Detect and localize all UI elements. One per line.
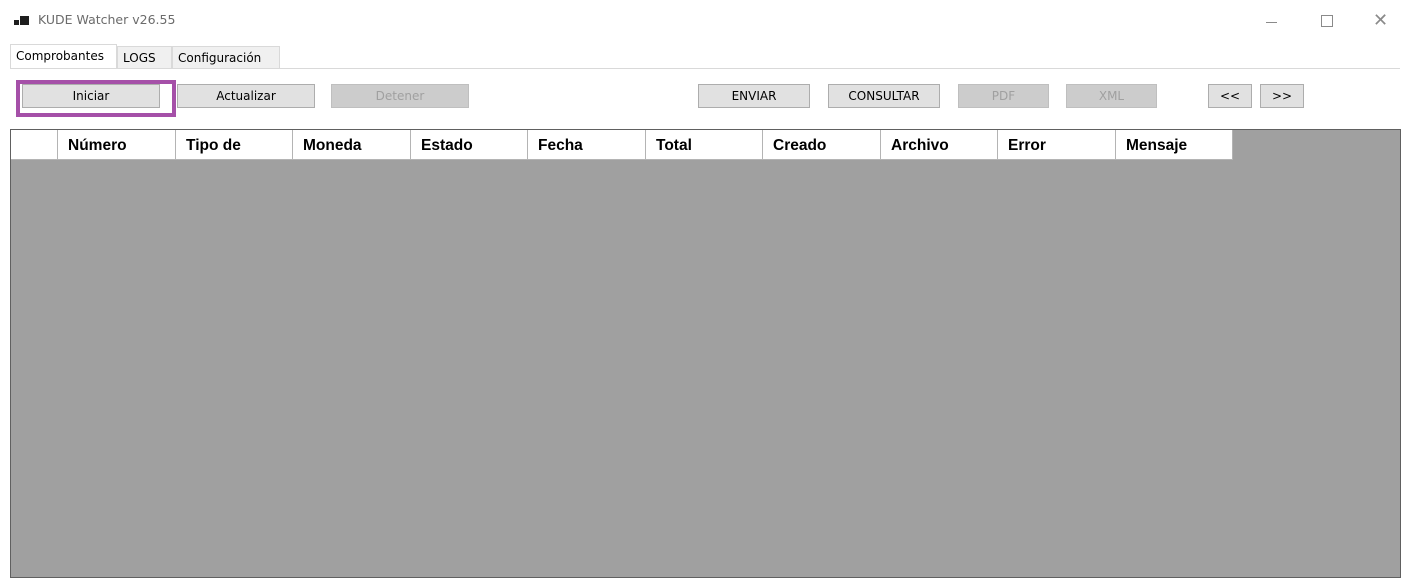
close-icon: ✕ <box>1373 10 1389 31</box>
column-header-error[interactable]: Error <box>998 130 1116 160</box>
enviar-button[interactable]: ENVIAR <box>698 84 810 108</box>
column-header-numero[interactable]: Número <box>58 130 176 160</box>
actualizar-button[interactable]: Actualizar <box>177 84 315 108</box>
minimize-button[interactable] <box>1249 0 1295 42</box>
column-header-mensaje[interactable]: Mensaje <box>1116 130 1233 160</box>
minimize-icon <box>1266 22 1277 23</box>
column-header-total[interactable]: Total <box>646 130 763 160</box>
column-header-estado[interactable]: Estado <box>411 130 528 160</box>
xml-button[interactable]: XML <box>1066 84 1157 108</box>
column-header-fecha[interactable]: Fecha <box>528 130 646 160</box>
row-header-corner[interactable] <box>11 130 58 160</box>
maximize-button[interactable] <box>1303 0 1349 42</box>
window-title: KUDE Watcher v26.55 <box>38 12 176 27</box>
column-header-archivo[interactable]: Archivo <box>881 130 998 160</box>
grid-header: Número Tipo de Moneda Estado Fecha Total… <box>11 130 1233 160</box>
iniciar-button[interactable]: Iniciar <box>22 84 160 108</box>
column-header-moneda[interactable]: Moneda <box>293 130 411 160</box>
tab-comprobantes[interactable]: Comprobantes <box>10 44 117 69</box>
pdf-button[interactable]: PDF <box>958 84 1049 108</box>
title-bar[interactable]: KUDE Watcher v26.55 ✕ <box>0 0 1410 42</box>
maximize-icon <box>1321 15 1333 27</box>
app-icon <box>14 14 30 28</box>
next-page-button[interactable]: >> <box>1260 84 1304 108</box>
column-header-tipo-de[interactable]: Tipo de <box>176 130 293 160</box>
app-window: KUDE Watcher v26.55 ✕ Comprobantes LOGS … <box>0 0 1410 578</box>
close-button[interactable]: ✕ <box>1357 0 1403 42</box>
comprobantes-grid[interactable]: Número Tipo de Moneda Estado Fecha Total… <box>10 129 1401 578</box>
column-header-creado[interactable]: Creado <box>763 130 881 160</box>
tab-logs[interactable]: LOGS <box>117 46 172 68</box>
previous-page-button[interactable]: << <box>1208 84 1252 108</box>
detener-button[interactable]: Detener <box>331 84 469 108</box>
consultar-button[interactable]: CONSULTAR <box>828 84 940 108</box>
tab-configuracion[interactable]: Configuración <box>172 46 280 68</box>
